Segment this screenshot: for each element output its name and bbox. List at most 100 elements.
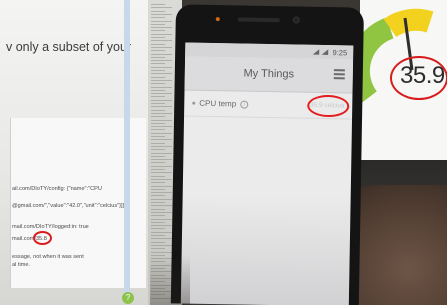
laptop-screen: v only a subset of your ail.com/DIoTY/co… (0, 0, 150, 305)
log-line (151, 202, 165, 203)
thing-row[interactable]: CPU temp i 35.9 celcius (184, 90, 353, 120)
log-line (151, 99, 172, 101)
log-line (151, 96, 165, 98)
log-line (151, 30, 165, 32)
log-line (151, 192, 172, 194)
log-line (151, 23, 165, 25)
front-camera (292, 16, 300, 24)
log-line (151, 103, 165, 104)
log-line (151, 66, 172, 68)
log-line (151, 195, 165, 197)
log-line (151, 56, 165, 58)
question-icon: ? (122, 292, 134, 304)
red-annotation-circle (390, 56, 447, 100)
log-line (151, 50, 165, 52)
log-line (151, 83, 165, 85)
thing-name: CPU temp (199, 98, 237, 109)
hamburger-menu-icon[interactable] (333, 69, 345, 80)
log-line (151, 145, 172, 147)
log-line (151, 89, 165, 91)
log-line (151, 33, 172, 35)
log-line (151, 225, 172, 227)
log-line (151, 46, 172, 48)
log-line (151, 175, 165, 177)
log-line (151, 86, 172, 88)
log-line (151, 119, 172, 121)
log-line (151, 126, 172, 128)
log-line (151, 211, 172, 213)
notification-led (215, 17, 220, 22)
log-line (151, 198, 172, 200)
phone-screen: 9:25 My Things CPU temp i 35.9 celcius (180, 42, 354, 305)
log-line (151, 169, 165, 170)
log-line (151, 139, 172, 141)
code-line: al time. (12, 262, 31, 268)
log-line (151, 142, 165, 144)
log-line (151, 112, 172, 114)
earpiece (237, 17, 280, 23)
log-line (151, 221, 165, 223)
signal-icon (313, 49, 329, 55)
bullet-icon (192, 101, 196, 105)
log-line (151, 116, 165, 118)
info-icon[interactable]: i (240, 99, 249, 109)
log-line (151, 70, 165, 71)
log-line (151, 122, 165, 124)
log-line (151, 60, 172, 62)
log-line (151, 182, 165, 184)
log-line (151, 4, 165, 5)
log-line (151, 17, 165, 19)
log-line (151, 149, 165, 151)
log-line (151, 155, 165, 157)
log-line (151, 37, 165, 38)
log-line (151, 178, 172, 180)
log-line (151, 109, 165, 111)
log-line (151, 172, 172, 174)
code-line: ail.com/DIoTY/config: {"name":"CPU (12, 186, 102, 192)
log-line (151, 40, 172, 42)
status-time: 9:25 (332, 47, 348, 57)
log-line (151, 228, 165, 230)
log-line (151, 10, 165, 12)
log-line (151, 205, 172, 207)
log-line (151, 244, 172, 246)
red-annotation-circle (33, 231, 52, 245)
log-line (151, 208, 165, 210)
code-line: essage, not when it was sent (12, 254, 84, 260)
log-line (151, 93, 172, 95)
red-annotation-circle (307, 94, 350, 118)
log-line (151, 165, 172, 167)
log-line (151, 162, 165, 164)
log-line (151, 20, 172, 22)
log-line (151, 13, 172, 15)
log-line (151, 235, 165, 236)
log-line (151, 76, 165, 78)
log-line (151, 248, 165, 250)
log-line (151, 73, 172, 75)
code-line: @gmail.com/","value":"42.0","unit":"celc… (12, 203, 125, 209)
gauge-yellow-arc (383, 8, 434, 38)
log-line (151, 251, 172, 253)
log-line (151, 106, 172, 108)
log-line (151, 241, 165, 243)
log-line (151, 215, 165, 217)
log-line (151, 63, 165, 65)
gauge-green-arc (360, 17, 394, 105)
laptop-scrollbar (124, 0, 130, 300)
log-line (151, 231, 172, 233)
log-line (151, 129, 165, 131)
log-line (151, 152, 172, 154)
log-line (151, 132, 172, 134)
app-title: My Things (243, 67, 295, 81)
log-line (151, 218, 172, 220)
log-line (151, 185, 172, 187)
log-line (151, 136, 165, 137)
log-line (151, 43, 165, 45)
app-bar: My Things (184, 56, 354, 94)
phone: 9:25 My Things CPU temp i 35.9 celcius (170, 4, 364, 305)
log-line (151, 53, 172, 55)
log-line (151, 238, 172, 240)
log-line (151, 79, 172, 81)
log-line (151, 188, 165, 190)
log-line (151, 7, 172, 9)
